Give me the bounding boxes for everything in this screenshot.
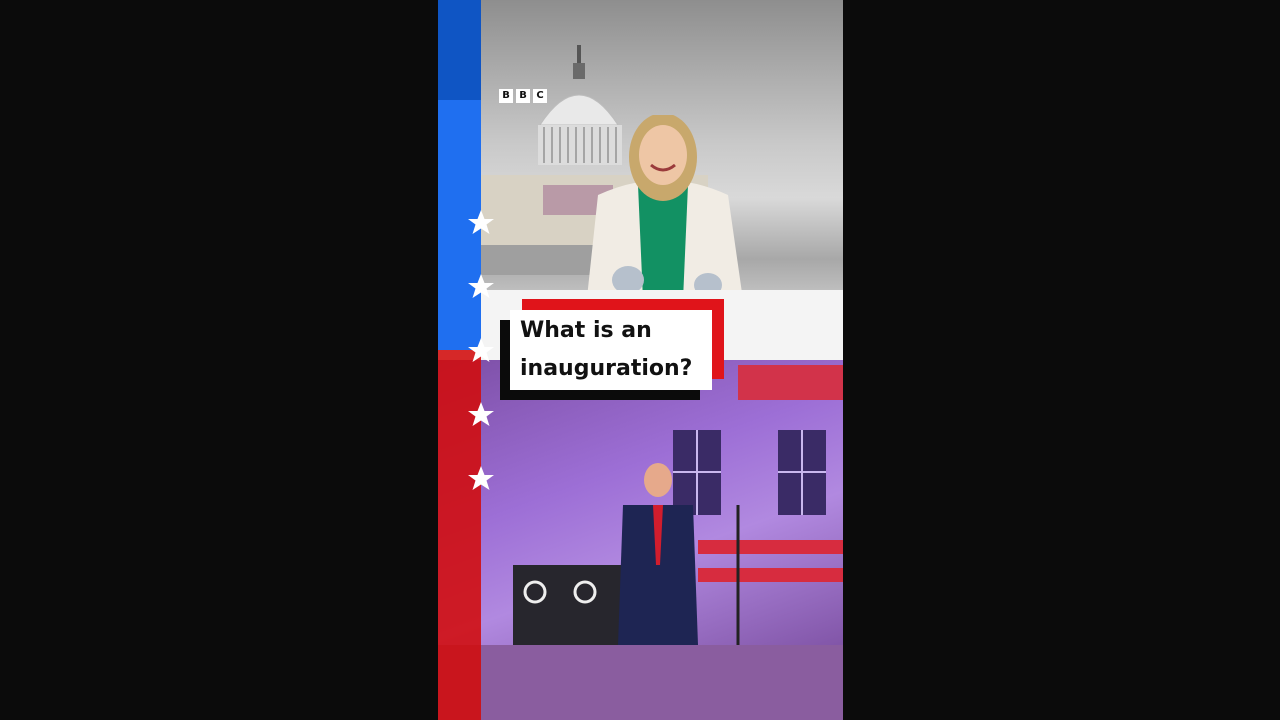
- stage-image: [438, 365, 843, 720]
- video-title: What is an inauguration?: [520, 312, 720, 388]
- bbc-logo: B B C: [499, 89, 547, 103]
- video-title-line-2: inauguration?: [520, 356, 693, 381]
- star-icon: [468, 210, 494, 234]
- bbc-logo-letter: B: [516, 89, 530, 103]
- star-icon: [468, 338, 494, 362]
- stars-column: [468, 210, 494, 490]
- star-icon: [468, 274, 494, 298]
- video-title-line-1: What is an: [520, 318, 652, 343]
- bbc-logo-letter: B: [499, 89, 513, 103]
- stage-scene: [438, 360, 843, 720]
- video-frame[interactable]: B B C What is an inauguration?: [438, 0, 843, 720]
- star-icon: [468, 466, 494, 490]
- star-icon: [468, 402, 494, 426]
- bbc-logo-letter: C: [533, 89, 547, 103]
- flag-blue-stripe-top: [438, 0, 481, 100]
